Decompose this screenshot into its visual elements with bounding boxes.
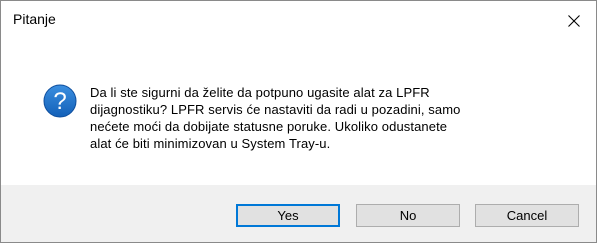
close-button[interactable]	[552, 1, 596, 40]
dialog-content: ? Da li ste sigurni da želite da potpuno…	[1, 40, 596, 185]
window-title: Pitanje	[13, 11, 56, 27]
message-text: Da li ste sigurni da želite da potpuno u…	[90, 85, 461, 151]
title-bar: Pitanje	[1, 1, 596, 40]
svg-text:?: ?	[53, 88, 66, 115]
no-button[interactable]: No	[356, 204, 460, 227]
close-icon	[568, 14, 580, 27]
button-bar: Yes No Cancel	[1, 185, 596, 242]
message-dialog: Pitanje ? Da li ste sigurni da želite da…	[0, 0, 597, 243]
yes-button[interactable]: Yes	[236, 204, 340, 227]
question-icon: ?	[43, 84, 77, 118]
cancel-button[interactable]: Cancel	[475, 204, 579, 227]
